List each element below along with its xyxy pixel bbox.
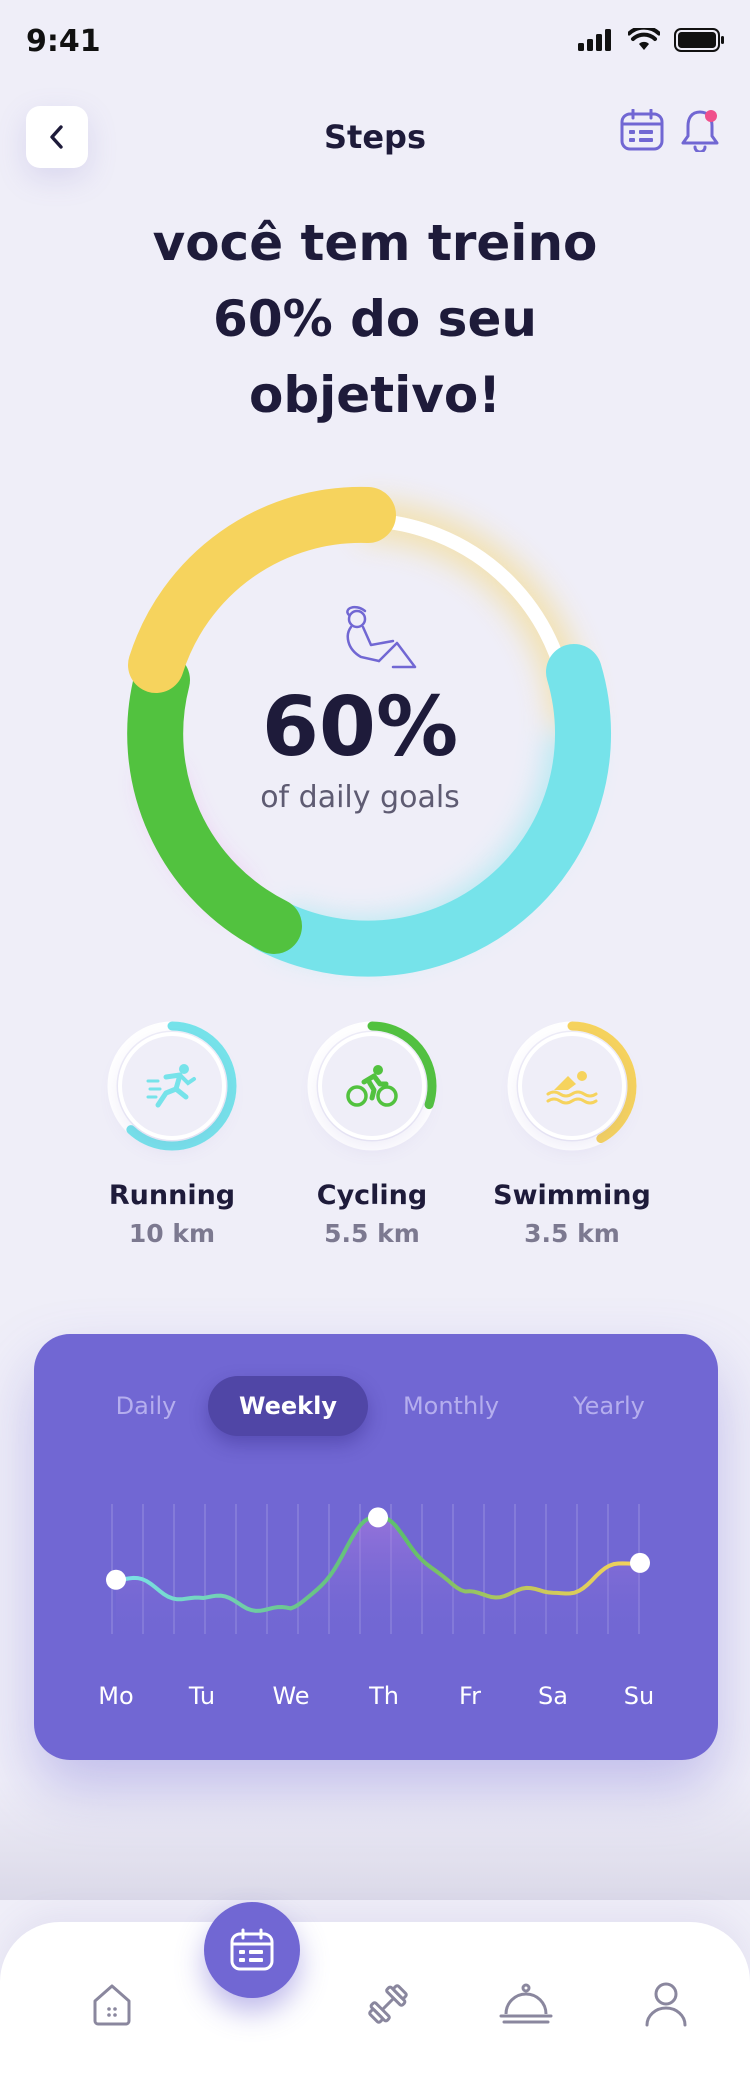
- profile-icon: [645, 1982, 687, 2027]
- goal-percent: 60%: [261, 680, 459, 775]
- activity-distance: 5.5 km: [324, 1219, 420, 1248]
- activity-name: Running: [108, 1180, 236, 1211]
- activity-ring: [104, 1018, 240, 1154]
- stats-card: Daily Weekly Monthly Yearly Mo Tu We Th …: [34, 1334, 718, 1760]
- goal-subtitle: of daily goals: [260, 780, 460, 815]
- wifi-icon: [628, 28, 660, 50]
- day-label: Tu: [188, 1682, 216, 1710]
- activity-name: Cycling: [316, 1180, 428, 1211]
- day-label: Sa: [538, 1682, 568, 1710]
- dumbbell-icon: [368, 1984, 408, 2024]
- running-icon: [146, 1064, 196, 1108]
- headline-line: 60% do seu: [213, 290, 537, 348]
- chart-point-su[interactable]: [630, 1552, 650, 1573]
- headline: você tem treino 60% do seu objetivo!: [80, 205, 670, 433]
- calendar-button[interactable]: [618, 106, 666, 154]
- activity-distance: 3.5 km: [524, 1219, 620, 1248]
- calendar-icon: [230, 1928, 274, 1971]
- weekly-line-chart: [106, 1504, 650, 1644]
- chart-area: [116, 1517, 640, 1644]
- nav-profile[interactable]: [634, 1972, 698, 2036]
- notification-button[interactable]: [676, 106, 724, 154]
- activity-distance: 10 km: [128, 1219, 216, 1248]
- headline-line: objetivo!: [249, 366, 501, 424]
- battery-icon: [674, 28, 724, 52]
- calendar-icon: [620, 109, 664, 151]
- activity-swimming[interactable]: Swimming 3.5 km: [472, 1018, 672, 1248]
- headline-line: você tem treino: [152, 214, 598, 272]
- activity-ring: [304, 1018, 440, 1154]
- food-cloche-icon: [499, 1983, 553, 2024]
- nav-workout[interactable]: [356, 1972, 420, 2036]
- bottom-tab-bar: [0, 1902, 750, 2080]
- situp-icon: [346, 605, 417, 669]
- chart-point-th[interactable]: [368, 1507, 388, 1528]
- day-label: Su: [623, 1682, 655, 1710]
- header: Steps: [0, 100, 750, 180]
- ring-center: 60% of daily goals: [100, 470, 620, 990]
- chart-point-mo[interactable]: [106, 1569, 126, 1590]
- activity-cycling[interactable]: Cycling 5.5 km: [272, 1018, 472, 1248]
- nav-calendar[interactable]: [204, 1902, 300, 1998]
- day-label: We: [272, 1682, 310, 1710]
- cycling-icon: [346, 1065, 398, 1107]
- activity-ring: [504, 1018, 640, 1154]
- status-icons: [578, 28, 726, 52]
- bottom-fade: [0, 1780, 750, 1900]
- bell-icon: [681, 110, 719, 152]
- swimming-icon: [546, 1071, 598, 1105]
- day-label: Fr: [459, 1682, 481, 1710]
- signal-icon: [578, 29, 611, 51]
- home-icon: [93, 1984, 131, 2026]
- day-label: Mo: [98, 1682, 134, 1710]
- activity-running[interactable]: Running 10 km: [72, 1018, 272, 1248]
- status-bar: 9:41: [0, 0, 750, 88]
- nav-home[interactable]: [80, 1972, 144, 2036]
- daily-goal-ring: 60% of daily goals: [100, 470, 620, 990]
- status-time: 9:41: [26, 24, 101, 59]
- activity-name: Swimming: [493, 1180, 651, 1211]
- nav-nutrition[interactable]: [494, 1972, 558, 2036]
- day-label: Th: [369, 1682, 399, 1710]
